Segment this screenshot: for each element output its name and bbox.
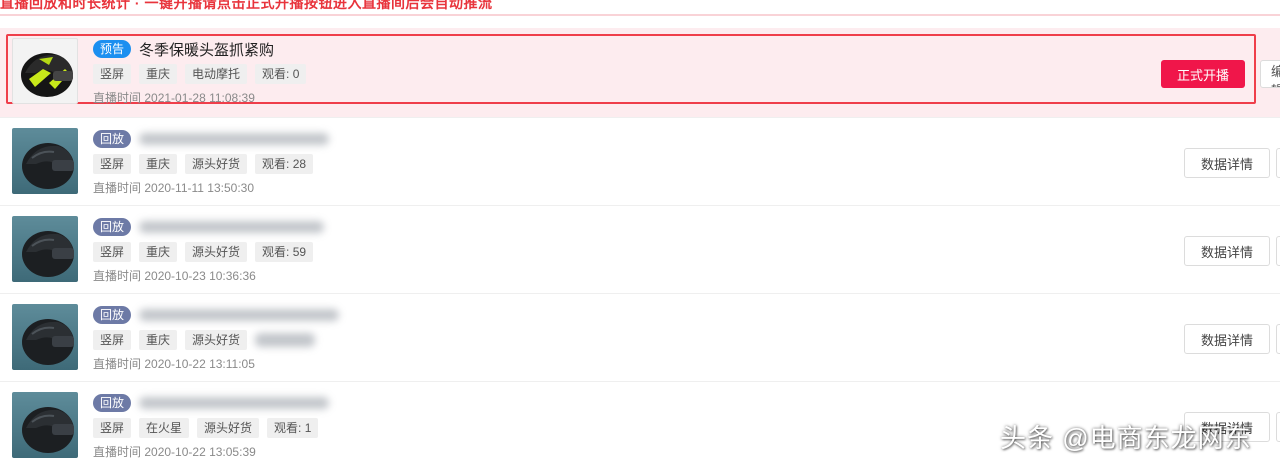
tag-location: 重庆 [139,154,178,174]
tag-list: 竖屏 重庆 源头好货 观看: 59 [93,242,324,262]
time-value: 2020-10-23 10:36:36 [144,269,256,283]
live-time: 直播时间 2021-01-28 11:08:39 [93,89,314,106]
item-info: 回放 竖屏 重庆 源头好货 观看: 59 直播时间 2020-10-23 10:… [93,216,325,284]
tag-orientation: 竖屏 [93,418,132,438]
banner-text: 直播回放和时长统计 · 一键开播请点击正式开播按钮进入直播间后会自动推流 [0,0,493,11]
live-time: 直播时间 2020-10-22 13:05:39 [93,443,329,460]
tag-location: 重庆 [139,330,178,350]
banner-divider [0,14,1280,16]
blurred-title [139,309,340,321]
live-time: 直播时间 2020-10-22 13:11:05 [93,355,339,372]
list-item[interactable]: 回放 竖屏 重庆 源头好货 观看: 59 直播时间 2020-10-23 10:… [0,206,1280,294]
tag-category: 源头好货 [185,242,248,262]
status-badge: 预告 [93,40,132,58]
status-badge: 回放 [93,130,132,148]
helmet-thumbnail-icon[interactable] [12,304,78,370]
status-badge: 回放 [93,218,132,236]
tag-location: 重庆 [139,64,178,84]
time-label: 直播时间 [93,357,142,371]
tag-orientation: 竖屏 [93,242,132,262]
status-badge: 回放 [93,394,132,412]
tag-orientation: 竖屏 [93,64,132,84]
helmet-thumbnail-icon[interactable] [12,38,78,104]
tag-views: 观看: 0 [255,64,307,84]
blurred-title [139,397,330,409]
tag-views: 观看: 28 [255,154,314,174]
edit-button[interactable]: 编辑 [1260,60,1280,88]
time-value: 2020-10-22 13:11:05 [144,357,255,371]
blurred-views [255,333,316,347]
live-time: 直播时间 2020-11-11 13:50:30 [93,179,329,196]
tag-list: 竖屏 重庆 电动摩托 观看: 0 [93,64,314,84]
item-info: 回放 竖屏 在火星 源头好货 观看: 1 直播时间 2020-10-22 13:… [93,392,330,460]
live-time: 直播时间 2020-10-23 10:36:36 [93,267,324,284]
item-info: 回放 竖屏 重庆 源头好货 直播时间 2020-10-22 13:11:05 [93,304,340,372]
more-button-edge[interactable] [1276,148,1280,178]
item-title[interactable]: 冬季保暖头盔抓紧购 [139,39,274,60]
blurred-title [139,133,330,145]
blurred-title [139,221,325,233]
list-item[interactable]: 回放 竖屏 重庆 源头好货 直播时间 2020-10-22 13:11:05 数… [0,294,1280,382]
tag-category: 源头好货 [185,154,248,174]
time-label: 直播时间 [93,445,142,459]
data-detail-button[interactable]: 数据详情 [1184,148,1270,178]
time-label: 直播时间 [93,181,142,195]
tag-category: 电动摩托 [185,64,248,84]
list-item[interactable]: 回放 竖屏 重庆 源头好货 观看: 28 直播时间 2020-11-11 13:… [0,118,1280,206]
time-label: 直播时间 [93,91,142,105]
helmet-thumbnail-icon[interactable] [12,128,78,194]
start-live-button[interactable]: 正式开播 [1161,60,1245,88]
tag-views: 观看: 1 [267,418,319,438]
time-label: 直播时间 [93,269,142,283]
item-info: 回放 竖屏 重庆 源头好货 观看: 28 直播时间 2020-11-11 13:… [93,128,330,196]
item-info: 预告 冬季保暖头盔抓紧购 竖屏 重庆 电动摩托 观看: 0 直播时间 2021-… [93,38,314,106]
time-value: 2020-10-22 13:05:39 [144,445,256,459]
tag-list: 竖屏 重庆 源头好货 [93,330,339,350]
helmet-thumbnail-icon[interactable] [12,216,78,282]
list-item[interactable]: 预告 冬季保暖头盔抓紧购 竖屏 重庆 电动摩托 观看: 0 直播时间 2021-… [0,28,1280,118]
time-value: 2020-11-11 13:50:30 [144,181,255,195]
tag-category: 源头好货 [197,418,260,438]
more-button-edge[interactable] [1276,412,1280,442]
time-value: 2021-01-28 11:08:39 [144,91,255,105]
source-watermark: 头条 @电商东龙网东 [1000,423,1252,453]
live-session-list: 预告 冬季保暖头盔抓紧购 竖屏 重庆 电动摩托 观看: 0 直播时间 2021-… [0,28,1280,466]
status-badge: 回放 [93,306,132,324]
data-detail-button[interactable]: 数据详情 [1184,324,1270,354]
tag-list: 竖屏 重庆 源头好货 观看: 28 [93,154,329,174]
tag-list: 竖屏 在火星 源头好货 观看: 1 [93,418,329,438]
more-button-edge[interactable] [1276,324,1280,354]
tag-category: 源头好货 [185,330,248,350]
data-detail-button[interactable]: 数据详情 [1184,236,1270,266]
tag-location: 重庆 [139,242,178,262]
tag-views: 观看: 59 [255,242,314,262]
more-button-edge[interactable] [1276,236,1280,266]
tag-location: 在火星 [139,418,190,438]
helmet-thumbnail-icon[interactable] [12,392,78,458]
tag-orientation: 竖屏 [93,330,132,350]
tag-orientation: 竖屏 [93,154,132,174]
